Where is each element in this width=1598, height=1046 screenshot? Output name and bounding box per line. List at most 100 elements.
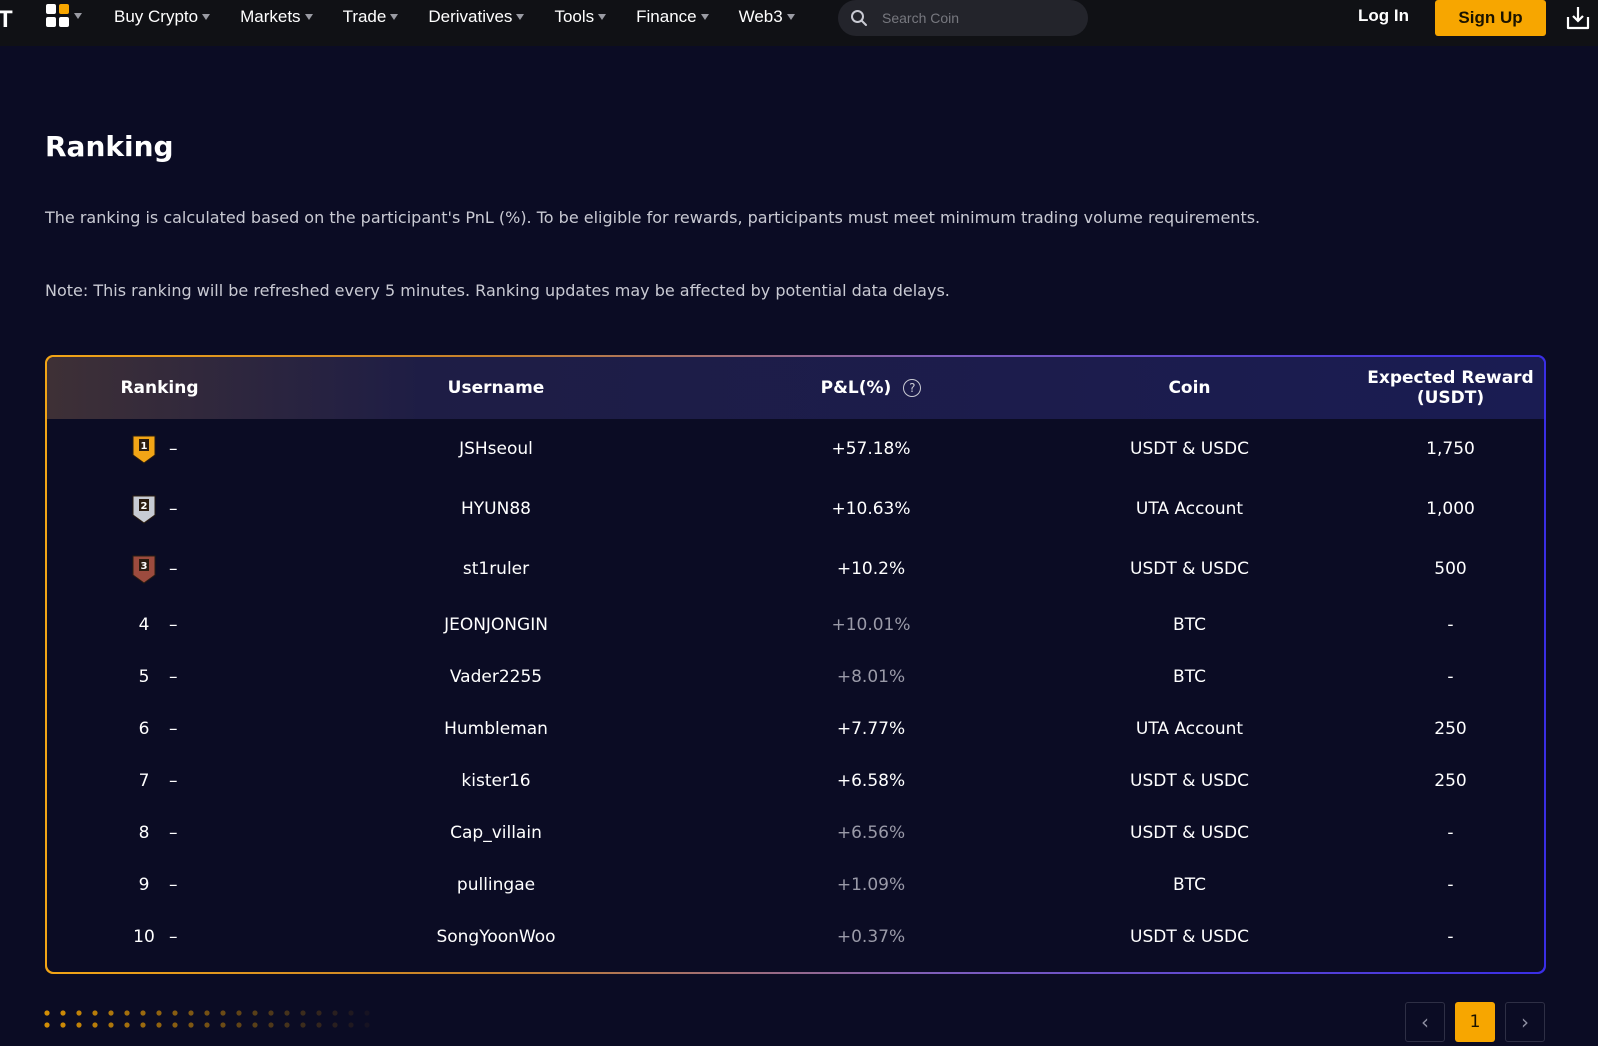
coin-cell: UTA Account — [1135, 499, 1244, 519]
decorative-dot — [76, 1010, 82, 1016]
header-pnl: P&L(%) ? — [720, 378, 1022, 398]
rank-change: – — [169, 439, 178, 459]
medal-rank-number: 3 — [141, 561, 148, 572]
decorative-dot — [60, 1022, 66, 1028]
rank-cell: 7– — [47, 755, 272, 807]
prev-page-button[interactable]: ‹ — [1405, 1002, 1445, 1042]
apps-grid-icon — [46, 4, 70, 28]
header-username: Username — [447, 378, 545, 398]
pagination: ‹ 1 › — [1405, 1002, 1545, 1042]
pnl-cell: +10.01% — [831, 615, 911, 635]
coin-cell: USDT & USDC — [1130, 439, 1249, 459]
nav-item-label: Tools — [554, 7, 595, 26]
search-input[interactable] — [882, 10, 1072, 26]
pnl-cell: +1.09% — [836, 875, 906, 895]
chevron-down-icon — [74, 13, 82, 19]
username-cell: Humbleman — [444, 719, 548, 739]
nav-buy-crypto[interactable]: Buy Crypto — [114, 7, 211, 27]
coin-cell: USDT & USDC — [1130, 823, 1249, 843]
reward-cell: - — [1447, 875, 1454, 895]
nav-finance[interactable]: Finance — [636, 7, 709, 27]
rank-number: 7 — [138, 771, 150, 791]
decorative-dot — [44, 1010, 50, 1016]
nav-tools[interactable]: Tools — [554, 7, 607, 27]
decorative-dot — [284, 1022, 290, 1028]
decorative-dot — [316, 1022, 322, 1028]
bronze-medal-icon: 3 — [132, 555, 156, 584]
chevron-down-icon — [786, 14, 795, 20]
medal-rank-number: 1 — [141, 441, 148, 452]
table-row: 5– Vader2255 +8.01% BTC - — [47, 651, 1544, 703]
decorative-dot — [124, 1022, 130, 1028]
decorative-dot — [316, 1010, 322, 1016]
decorative-dot — [76, 1022, 82, 1028]
pnl-cell: +6.56% — [836, 823, 906, 843]
rank-cell: 5– — [47, 651, 272, 703]
rank-change: – — [169, 823, 178, 843]
decorative-dot — [268, 1022, 274, 1028]
pnl-cell: +10.2% — [836, 559, 906, 579]
coin-cell: BTC — [1173, 615, 1206, 635]
signup-button[interactable]: Sign Up — [1435, 0, 1546, 36]
username-cell: JEONJONGIN — [444, 615, 548, 635]
decorative-dot — [60, 1010, 66, 1016]
reward-cell: 500 — [1434, 559, 1467, 579]
pnl-cell: +57.18% — [831, 439, 911, 459]
nav-item-label: Finance — [636, 7, 697, 26]
search-bar[interactable] — [838, 0, 1088, 36]
rank-cell: 2– — [47, 479, 272, 539]
decorative-dot — [92, 1010, 98, 1016]
decorative-dot — [252, 1010, 258, 1016]
rank-cell: 9– — [47, 859, 272, 911]
decorative-dot — [364, 1010, 370, 1016]
table-row: 10– SongYoonWoo +0.37% USDT & USDC - — [47, 911, 1544, 963]
table-row: 6– Humbleman +7.77% UTA Account 250 — [47, 703, 1544, 755]
username-cell: Vader2255 — [449, 667, 543, 687]
nav-web3[interactable]: Web3 — [739, 7, 795, 27]
nav-derivatives[interactable]: Derivatives — [428, 7, 525, 27]
coin-cell: USDT & USDC — [1130, 771, 1249, 791]
coin-cell: BTC — [1173, 875, 1206, 895]
help-icon[interactable]: ? — [903, 379, 922, 397]
username-cell: SongYoonWoo — [436, 927, 556, 947]
brand-logo[interactable]: T — [0, 6, 13, 34]
rank-cell: 1– — [47, 419, 272, 479]
decorative-dot — [188, 1010, 194, 1016]
decorative-dot — [140, 1022, 146, 1028]
username-cell: HYUN88 — [461, 499, 531, 519]
rank-change: – — [169, 667, 178, 687]
header-ranking: Ranking — [120, 378, 199, 398]
nav-trade[interactable]: Trade — [343, 7, 399, 27]
page-1-button[interactable]: 1 — [1455, 1002, 1495, 1042]
decorative-dot — [252, 1022, 258, 1028]
rank-cell: 4– — [47, 599, 272, 651]
decorative-dot — [268, 1010, 274, 1016]
chevron-down-icon — [202, 14, 211, 20]
reward-cell: 250 — [1434, 719, 1467, 739]
ranking-table-body: Ranking Username P&L(%) ? Coin Expected … — [47, 357, 1544, 972]
download-icon[interactable] — [1565, 5, 1591, 31]
rank-change: – — [169, 771, 178, 791]
decorative-dot — [300, 1010, 306, 1016]
table-row: 1– JSHseoul +57.18% USDT & USDC 1,750 — [47, 419, 1544, 479]
decorative-dot — [332, 1022, 338, 1028]
apps-menu-button[interactable] — [46, 4, 82, 28]
rank-number: 10 — [133, 927, 155, 947]
pnl-cell: +6.58% — [836, 771, 906, 791]
ranking-description: The ranking is calculated based on the p… — [45, 208, 1261, 227]
ranking-note: Note: This ranking will be refreshed eve… — [45, 281, 950, 300]
nav-markets[interactable]: Markets — [240, 7, 313, 27]
reward-cell: - — [1447, 927, 1454, 947]
login-button[interactable]: Log In — [1358, 6, 1409, 26]
rank-number: 8 — [138, 823, 150, 843]
rank-change: – — [169, 499, 178, 519]
decorative-dot — [348, 1010, 354, 1016]
pnl-cell: +0.37% — [836, 927, 906, 947]
decorative-dot — [172, 1010, 178, 1016]
silver-medal-icon: 2 — [132, 495, 156, 524]
table-header: Ranking Username P&L(%) ? Coin Expected … — [47, 357, 1544, 419]
rank-cell: 10– — [47, 911, 272, 963]
reward-cell: 250 — [1434, 771, 1467, 791]
next-page-button[interactable]: › — [1505, 1002, 1545, 1042]
rank-cell: 6– — [47, 703, 272, 755]
